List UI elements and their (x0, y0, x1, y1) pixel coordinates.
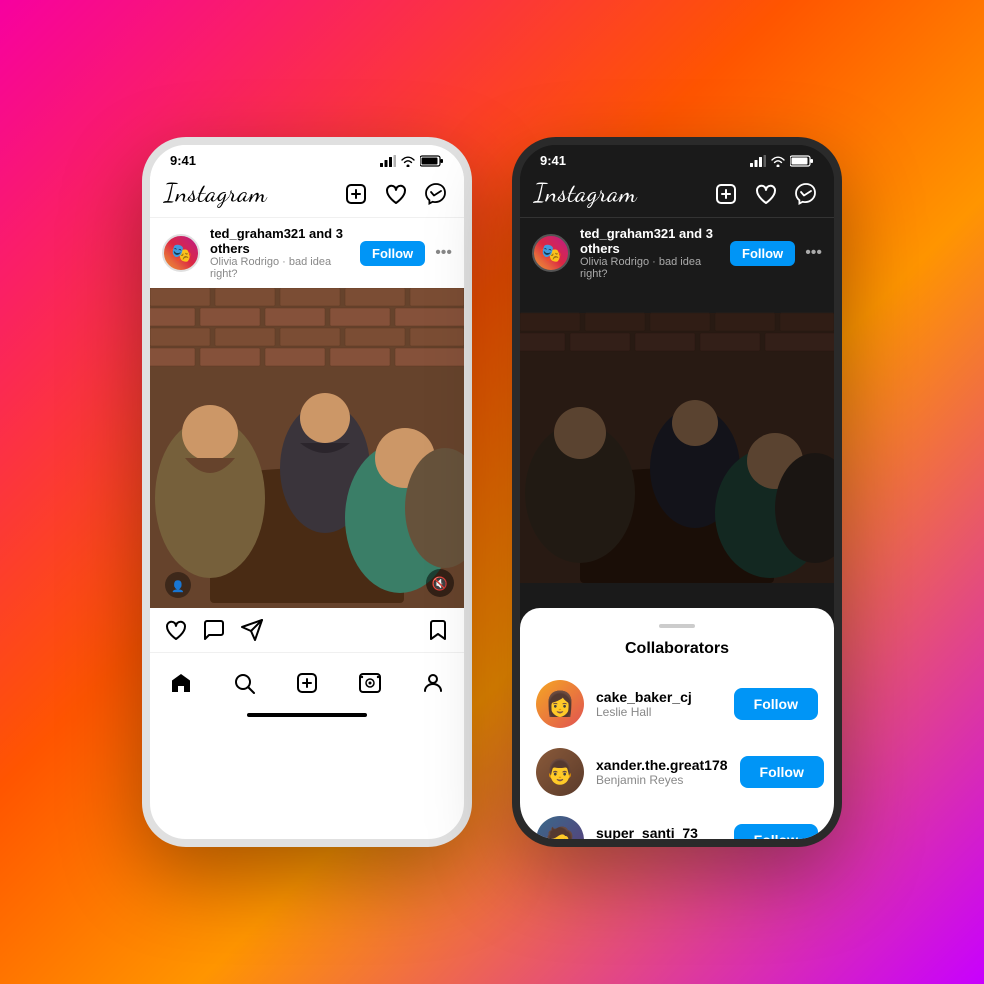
add-square-button-left[interactable] (342, 180, 370, 208)
svg-text:🔇: 🔇 (432, 576, 448, 591)
add-nav-button[interactable] (287, 663, 327, 703)
signal-icon-right (750, 155, 766, 167)
action-icons-left (164, 618, 264, 642)
notif-username-right: ted_graham321 and 3 others (580, 226, 720, 256)
add-square-button-right[interactable] (712, 180, 740, 208)
heart-icon (384, 182, 408, 206)
save-button-left[interactable] (426, 618, 450, 642)
messenger-icon (424, 182, 448, 206)
follow-button-right[interactable]: Follow (730, 241, 795, 266)
collab-username-3: super_santi_73 (596, 825, 722, 841)
home-indicator-container (150, 709, 464, 731)
header-icons-left (342, 180, 450, 208)
collab-avatar-1: 👩 (536, 680, 584, 728)
status-icons-right (750, 155, 814, 167)
follow-collab-1-button[interactable]: Follow (734, 688, 818, 720)
add-square-icon (344, 182, 368, 206)
like-button-left[interactable] (164, 618, 188, 642)
add-square-icon-dark (714, 182, 738, 206)
instagram-logo-left: Instagram (164, 178, 267, 209)
post-photo-left: 🔇 👤 (150, 288, 464, 608)
home-nav-button[interactable] (161, 663, 201, 703)
post-image-left: 🔇 👤 (150, 288, 464, 608)
collab-handle (659, 624, 695, 628)
notification-bar-left: 🎭 ted_graham321 and 3 others Olivia Rodr… (150, 218, 464, 288)
phone-right: 9:41 (512, 137, 842, 847)
collab-item-2: 👨 xander.the.great178 Benjamin Reyes Fol… (520, 738, 834, 806)
instagram-logo-right: Instagram (534, 178, 637, 209)
collab-realname-1: Leslie Hall (596, 705, 722, 719)
collab-info-2: xander.the.great178 Benjamin Reyes (596, 757, 728, 787)
phone-left: 9:41 (142, 137, 472, 847)
wifi-icon (400, 155, 416, 167)
collab-realname-3: Rabiah Damji (596, 841, 722, 847)
status-icons-left (380, 155, 444, 167)
post-photo-right (520, 288, 834, 608)
signal-icon (380, 155, 396, 167)
notification-text-right: ted_graham321 and 3 others Olivia Rodrig… (580, 226, 720, 280)
profile-icon (421, 671, 445, 695)
time-right: 9:41 (540, 153, 566, 168)
notif-subtitle-right: Olivia Rodrigo · bad idea right? (580, 256, 720, 280)
avatar-right: 🎭 (532, 234, 570, 272)
comment-icon (202, 617, 226, 643)
share-button-left[interactable] (240, 618, 264, 642)
home-indicator-left (247, 713, 367, 717)
collaborators-panel: Collaborators 👩 cake_baker_cj Leslie Hal… (520, 608, 834, 847)
collab-avatar-3: 🧑 (536, 816, 584, 847)
phones-container: 9:41 (142, 137, 842, 847)
heart-outline-icon (164, 617, 188, 643)
more-dots-right[interactable]: ••• (805, 244, 822, 262)
search-nav-button[interactable] (224, 663, 264, 703)
follow-button-left[interactable]: Follow (360, 241, 425, 266)
heart-button-right[interactable] (752, 180, 780, 208)
reels-nav-button[interactable] (350, 663, 390, 703)
comment-button-left[interactable] (202, 618, 226, 642)
battery-icon-right (790, 155, 814, 167)
profile-nav-button[interactable] (413, 663, 453, 703)
status-bar-left: 9:41 (150, 145, 464, 172)
status-bar-right: 9:41 (520, 145, 834, 172)
more-dots-left[interactable]: ••• (435, 244, 452, 262)
search-icon (232, 671, 256, 695)
bookmark-icon (426, 617, 450, 643)
app-header-left: Instagram (150, 172, 464, 218)
collab-info-3: super_santi_73 Rabiah Damji (596, 825, 722, 847)
collab-title: Collaborators (520, 640, 834, 658)
header-icons-right (712, 180, 820, 208)
collab-realname-2: Benjamin Reyes (596, 773, 728, 787)
action-bar-left (150, 608, 464, 652)
bottom-nav-left (150, 652, 464, 709)
wifi-icon-right (770, 155, 786, 167)
messenger-icon-dark (794, 182, 818, 206)
follow-collab-3-button[interactable]: Follow (734, 824, 818, 847)
notification-bar-right: 🎭 ted_graham321 and 3 others Olivia Rodr… (520, 218, 834, 288)
heart-icon-dark (754, 182, 778, 206)
collab-item-1: 👩 cake_baker_cj Leslie Hall Follow (520, 670, 834, 738)
messenger-button-left[interactable] (422, 180, 450, 208)
follow-collab-2-button[interactable]: Follow (740, 756, 824, 788)
notification-text-left: ted_graham321 and 3 others Olivia Rodrig… (210, 226, 350, 280)
notif-subtitle-left: Olivia Rodrigo · bad idea right? (210, 256, 350, 280)
collab-avatar-2: 👨 (536, 748, 584, 796)
collab-username-1: cake_baker_cj (596, 689, 722, 705)
avatar-left: 🎭 (162, 234, 200, 272)
reels-icon (358, 671, 382, 695)
post-image-right (520, 288, 834, 608)
svg-text:👤: 👤 (171, 580, 185, 593)
battery-icon (420, 155, 444, 167)
share-icon (240, 617, 264, 643)
messenger-button-right[interactable] (792, 180, 820, 208)
collab-item-3: 🧑 super_santi_73 Rabiah Damji Follow (520, 806, 834, 847)
collab-username-2: xander.the.great178 (596, 757, 728, 773)
notif-username-left: ted_graham321 and 3 others (210, 226, 350, 256)
heart-button-left[interactable] (382, 180, 410, 208)
collab-info-1: cake_baker_cj Leslie Hall (596, 689, 722, 719)
app-header-right: Instagram (520, 172, 834, 218)
home-icon (169, 671, 193, 695)
time-left: 9:41 (170, 153, 196, 168)
add-circle-icon (295, 671, 319, 695)
